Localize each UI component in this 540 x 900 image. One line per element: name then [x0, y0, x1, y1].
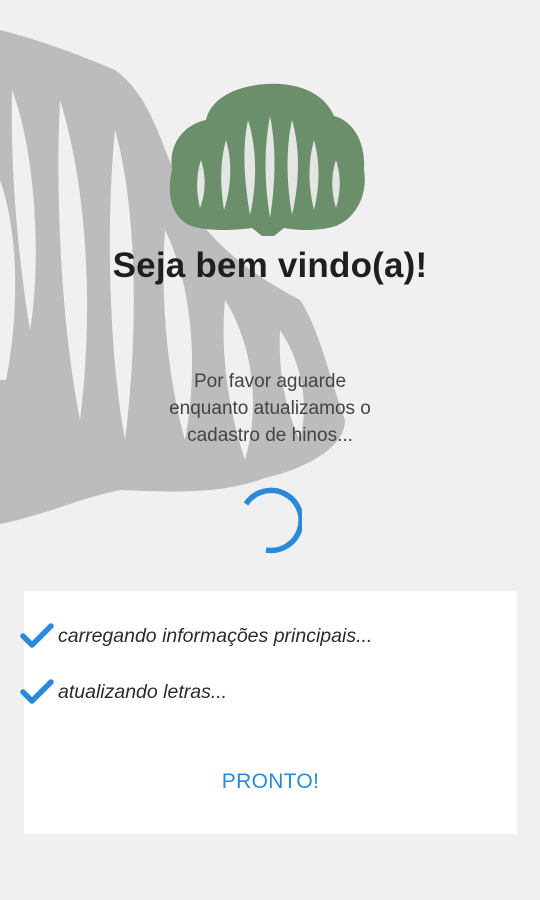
- check-icon: [20, 623, 54, 648]
- check-icon: [20, 679, 54, 704]
- welcome-message-line: enquanto atualizamos o: [169, 398, 371, 419]
- welcome-title: Seja bem vindo(a)!: [112, 246, 428, 285]
- task-item: atualizando letras...: [20, 677, 227, 707]
- welcome-message-line: cadastro de hinos...: [187, 425, 353, 446]
- welcome-message: Por favor aguarde enquanto atualizamos o…: [120, 368, 420, 449]
- task-label: carregando informações principais...: [58, 624, 373, 647]
- task-item: carregando informações principais...: [20, 621, 372, 651]
- loading-spinner-icon: [243, 487, 302, 554]
- task-label: atualizando letras...: [58, 680, 228, 703]
- done-button[interactable]: PRONTO!: [24, 762, 517, 802]
- tree-logo-icon: [169, 83, 365, 236]
- welcome-message-line: Por favor aguarde: [193, 371, 347, 392]
